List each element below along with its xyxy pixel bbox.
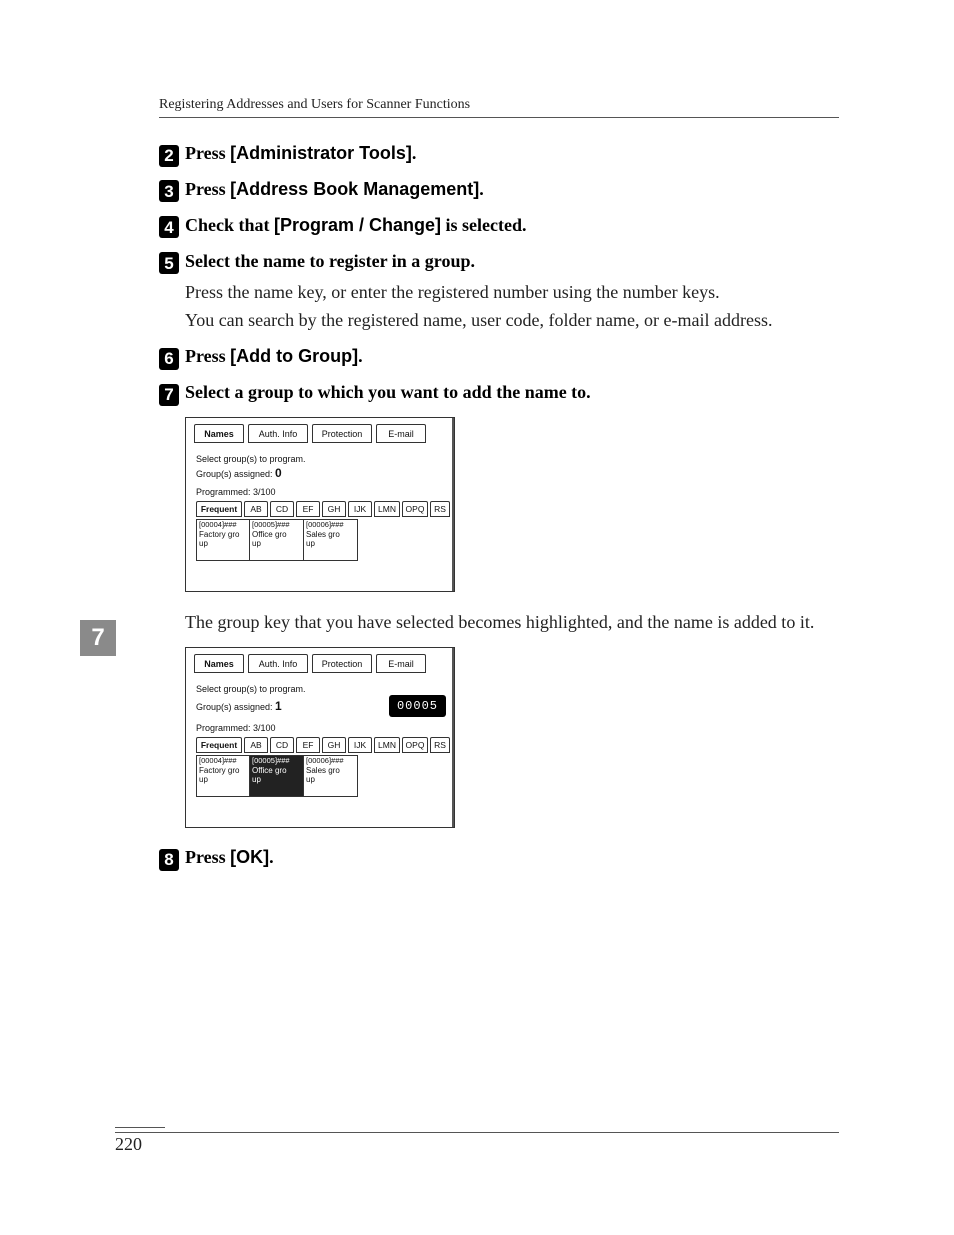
panel-assigned: Group(s) assigned: 0 [196, 465, 282, 481]
panel-assigned: Group(s) assigned: 1 [196, 698, 282, 714]
step-2-text: Press [Administrator Tools]. [185, 140, 416, 168]
page-content: 2 Press [Administrator Tools]. 3 Press [… [159, 140, 839, 880]
selected-id-badge: 00005 [389, 695, 446, 717]
tail: is selected. [441, 215, 526, 235]
step-number-badge: 8 [159, 849, 179, 871]
tail: . [269, 847, 274, 867]
step-number-badge: 2 [159, 145, 179, 167]
alpha-tab-cd[interactable]: CD [270, 737, 294, 753]
label-program-change: [Program / Change] [274, 215, 441, 235]
press-word: Press [185, 179, 230, 199]
group-button[interactable]: [00005]###Office group [250, 519, 304, 561]
alpha-tab-lmn[interactable]: LMN [374, 737, 400, 753]
group-button[interactable]: [00004]###Factory group [196, 755, 250, 797]
footer-rule [115, 1132, 839, 1133]
panel-instruction: Select group(s) to program. [196, 683, 444, 695]
pre: Check that [185, 215, 274, 235]
alpha-tab-ab[interactable]: AB [244, 501, 268, 517]
label-add-to-group: [Add to Group] [230, 346, 358, 366]
step-7-head: Select a group to which you want to add … [185, 379, 591, 407]
step-number-badge: 5 [159, 252, 179, 274]
step-5-p2: You can search by the registered name, u… [185, 306, 839, 335]
tail: . [479, 179, 484, 199]
step-number-badge: 6 [159, 348, 179, 370]
step-number-badge: 4 [159, 216, 179, 238]
press-word: Press [185, 847, 230, 867]
tail: . [358, 346, 363, 366]
step-number-badge: 3 [159, 180, 179, 202]
alpha-tab-rs[interactable]: RS [430, 501, 450, 517]
panel-programmed: Programmed: 3/100 [186, 487, 454, 501]
alpha-tab-ef[interactable]: EF [296, 737, 320, 753]
panel-tab-names[interactable]: Names [194, 424, 244, 443]
tail: . [412, 143, 417, 163]
alpha-tab-cd[interactable]: CD [270, 501, 294, 517]
alpha-tab-frequent[interactable]: Frequent [196, 501, 242, 517]
panel-tab-email[interactable]: E-mail [376, 424, 426, 443]
chapter-side-tab: 7 [80, 620, 116, 656]
alpha-tab-gh[interactable]: GH [322, 737, 346, 753]
step-3-text: Press [Address Book Management]. [185, 176, 484, 204]
alpha-tab-opq[interactable]: OPQ [402, 737, 428, 753]
label-admin-tools: [Administrator Tools] [230, 143, 412, 163]
alpha-tab-opq[interactable]: OPQ [402, 501, 428, 517]
panel-programmed: Programmed: 3/100 [186, 723, 454, 737]
panel-tab-prot[interactable]: Protection [312, 424, 372, 443]
alpha-tab-frequent[interactable]: Frequent [196, 737, 242, 753]
step-2: 2 Press [Administrator Tools]. [159, 140, 839, 168]
press-word: Press [185, 346, 230, 366]
group-button[interactable]: [00006]###Sales group [304, 755, 358, 797]
step-5: 5 Select the name to register in a group… [159, 248, 839, 335]
press-word: Press [185, 143, 230, 163]
alpha-tab-lmn[interactable]: LMN [374, 501, 400, 517]
group-select-panel-after: NamesAuth. InfoProtectionE-mail Select gr… [185, 647, 455, 828]
step-number-badge: 7 [159, 384, 179, 406]
step-5-p1: Press the name key, or enter the registe… [185, 278, 839, 307]
group-button[interactable]: [00004]###Factory group [196, 519, 250, 561]
step-5-head: Select the name to register in a group. [185, 248, 475, 276]
header-breadcrumb: Registering Addresses and Users for Scan… [159, 97, 839, 118]
alpha-tab-ijk[interactable]: IJK [348, 737, 372, 753]
alpha-tab-ab[interactable]: AB [244, 737, 268, 753]
step-4-text: Check that [Program / Change] is selecte… [185, 212, 527, 240]
group-button[interactable]: [00006]###Sales group [304, 519, 358, 561]
alpha-tab-ef[interactable]: EF [296, 501, 320, 517]
step-3: 3 Press [Address Book Management]. [159, 176, 839, 204]
step-8-text: Press [OK]. [185, 844, 274, 872]
panel-tab-auth[interactable]: Auth. Info [248, 424, 308, 443]
step-6-text: Press [Add to Group]. [185, 343, 363, 371]
group-select-panel-before: NamesAuth. InfoProtectionE-mail Select gr… [185, 417, 455, 592]
panel-tab-names[interactable]: Names [194, 654, 244, 673]
step-7-after: The group key that you have selected bec… [185, 608, 839, 637]
step-4: 4 Check that [Program / Change] is selec… [159, 212, 839, 240]
panel-instruction: Select group(s) to program. [196, 453, 444, 465]
step-7: 7 Select a group to which you want to ad… [159, 379, 839, 828]
step-8: 8 Press [OK]. [159, 844, 839, 872]
step-6: 6 Press [Add to Group]. [159, 343, 839, 371]
group-button[interactable]: [00005]###Office group [250, 755, 304, 797]
page-number: 220 [115, 1127, 165, 1155]
panel-tab-auth[interactable]: Auth. Info [248, 654, 308, 673]
label-ok: [OK] [230, 847, 269, 867]
panel-tab-prot[interactable]: Protection [312, 654, 372, 673]
alpha-tab-rs[interactable]: RS [430, 737, 450, 753]
label-address-book: [Address Book Management] [230, 179, 479, 199]
alpha-tab-ijk[interactable]: IJK [348, 501, 372, 517]
alpha-tab-gh[interactable]: GH [322, 501, 346, 517]
panel-tab-email[interactable]: E-mail [376, 654, 426, 673]
